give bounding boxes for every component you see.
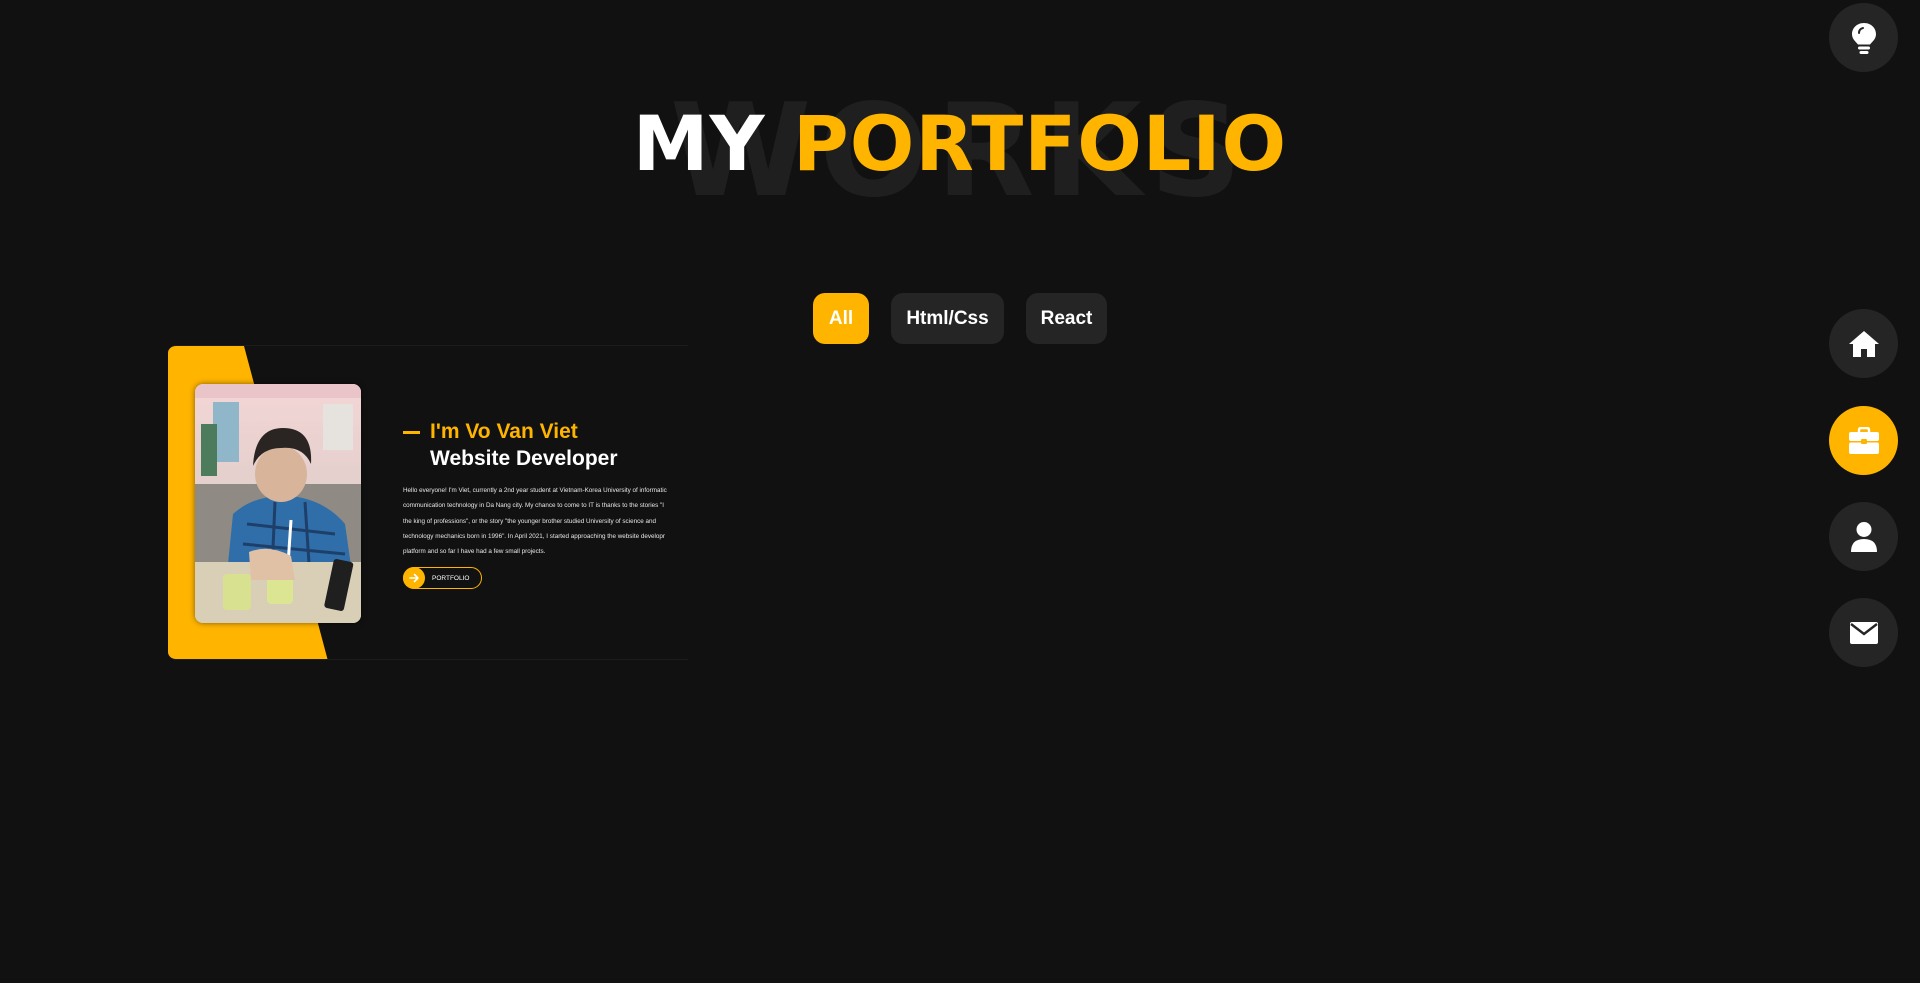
filter-bar: All Html/Css React bbox=[0, 293, 1920, 344]
portfolio-page: WORKS MY PORTFOLIO All Html/Css React I'… bbox=[0, 0, 1920, 983]
nav-portfolio-button[interactable] bbox=[1829, 406, 1898, 475]
home-icon bbox=[1848, 330, 1879, 357]
envelope-icon bbox=[1849, 621, 1878, 644]
card-info: I'm Vo Van Viet Website Developer Hello … bbox=[403, 419, 688, 590]
description-line: platform and so far I have had a few sma… bbox=[403, 548, 546, 556]
description-line: communication technology in Da Nang city… bbox=[403, 502, 664, 510]
nav-about-button[interactable] bbox=[1829, 502, 1898, 571]
description-line: Hello everyone! I'm Viet, currently a 2n… bbox=[403, 487, 667, 494]
nav-home-button[interactable] bbox=[1829, 309, 1898, 378]
portfolio-button-label: PORTFOLIO bbox=[432, 574, 470, 582]
nav-contact-button[interactable] bbox=[1829, 598, 1898, 667]
portrait-photo bbox=[195, 384, 361, 623]
greeting-dash bbox=[403, 430, 420, 434]
user-icon bbox=[1850, 521, 1877, 552]
page-title: MY PORTFOLIO bbox=[0, 106, 1920, 182]
filter-react-button[interactable]: React bbox=[1026, 293, 1107, 344]
description-line: the king of professions", or the story "… bbox=[403, 517, 656, 525]
filter-html-css-button[interactable]: Html/Css bbox=[891, 293, 1004, 344]
greeting-text: I'm Vo Van Viet bbox=[430, 420, 578, 443]
title-accent: PORTFOLIO bbox=[793, 99, 1288, 188]
portfolio-card[interactable]: I'm Vo Van Viet Website Developer Hello … bbox=[168, 345, 688, 660]
card-greeting: I'm Vo Van Viet bbox=[403, 419, 688, 445]
card-description: Hello everyone! I'm Viet, currently a 2n… bbox=[403, 483, 688, 559]
title-white: MY bbox=[632, 99, 766, 188]
briefcase-icon bbox=[1848, 426, 1879, 454]
arrow-right-icon bbox=[403, 567, 425, 590]
card-role: Website Developer bbox=[430, 447, 618, 470]
theme-toggle-button[interactable] bbox=[1829, 3, 1898, 72]
portfolio-button[interactable]: PORTFOLIO bbox=[403, 567, 483, 590]
filter-all-button[interactable]: All bbox=[813, 293, 869, 344]
lightbulb-icon bbox=[1851, 22, 1876, 54]
description-line: technology mechanics born in 1996". In A… bbox=[403, 532, 665, 540]
section-heading: WORKS MY PORTFOLIO bbox=[0, 84, 1920, 224]
